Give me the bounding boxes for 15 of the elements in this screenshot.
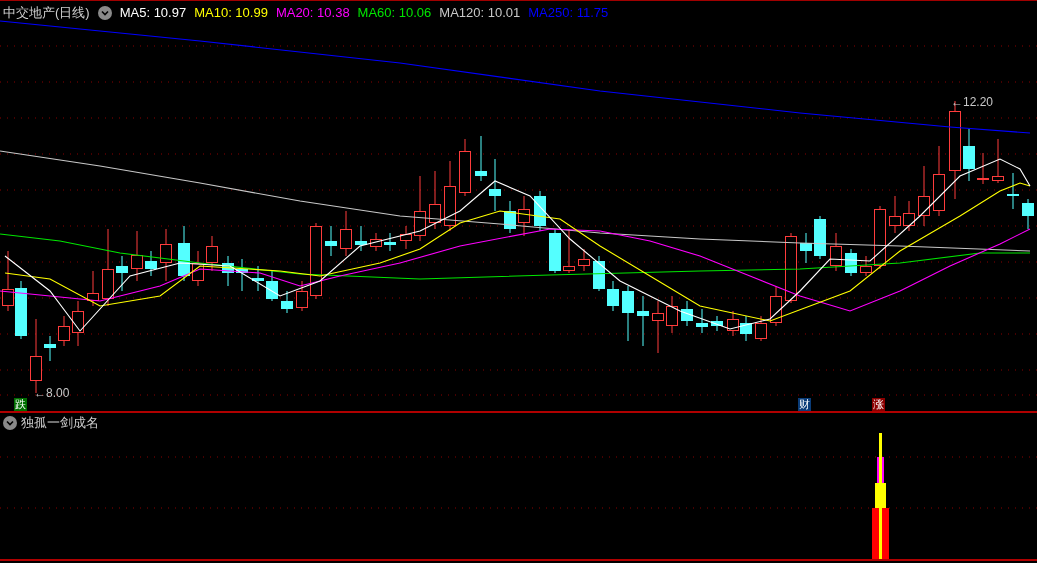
price-label: ←8.00 — [34, 387, 70, 400]
price-label: ←12.20 — [951, 96, 994, 109]
event-tag: 涨 — [872, 398, 885, 411]
ma-value-label: MA120: 10.01 — [439, 4, 521, 22]
indicator-title: 独孤一剑成名 — [21, 414, 99, 433]
collapse-toggle-icon[interactable] — [3, 416, 17, 430]
chart-title: 中交地产(日线) — [3, 4, 90, 22]
ma-value-label: MA10: 10.99 — [194, 4, 268, 22]
event-tag: 财 — [798, 398, 811, 411]
ma-value-label: MA250: 11.75 — [528, 4, 609, 22]
ma-value-label: MA20: 10.38 — [275, 4, 350, 22]
collapse-toggle-icon[interactable] — [97, 5, 112, 20]
ma-value-label: MA60: 10.06 — [357, 4, 432, 22]
ma-value-label: MA5: 10.97 — [119, 4, 187, 22]
event-tag: 跌 — [14, 398, 27, 411]
